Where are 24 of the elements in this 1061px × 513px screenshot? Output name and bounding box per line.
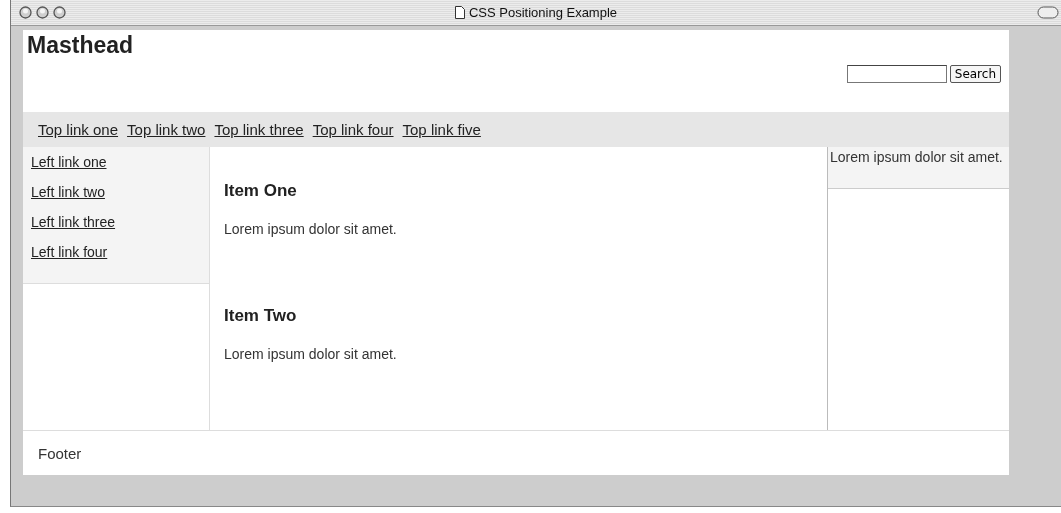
window-title: CSS Positioning Example bbox=[468, 5, 618, 20]
window-control-icon[interactable] bbox=[19, 6, 32, 19]
item-text: Lorem ipsum dolor sit amet. bbox=[224, 345, 398, 362]
item-text: Lorem ipsum dolor sit amet. bbox=[224, 221, 398, 237]
top-link[interactable]: Top link five bbox=[402, 121, 481, 138]
top-link[interactable]: Top link three bbox=[214, 121, 304, 138]
top-link[interactable]: Top link two bbox=[127, 121, 206, 138]
left-link[interactable]: Left link one bbox=[31, 154, 107, 170]
sidebar-text: Lorem ipsum dolor sit amet. bbox=[828, 147, 1009, 189]
window-control-icon[interactable] bbox=[36, 6, 49, 19]
top-link[interactable]: Top link four bbox=[312, 121, 394, 138]
left-link[interactable]: Left link three bbox=[31, 214, 116, 230]
masthead-title: Masthead bbox=[27, 32, 134, 59]
search-field[interactable] bbox=[846, 65, 947, 83]
top-link[interactable]: Top link one bbox=[38, 121, 119, 138]
item-heading: Item One bbox=[224, 181, 298, 201]
window-control-icon[interactable] bbox=[53, 6, 66, 19]
item-heading: Item Two bbox=[224, 305, 298, 326]
document-icon bbox=[454, 6, 465, 19]
left-link[interactable]: Left link four bbox=[31, 244, 108, 260]
footer-text: Footer bbox=[38, 444, 82, 462]
toolbar-toggle-icon[interactable] bbox=[1037, 6, 1059, 19]
search-button[interactable]: Search bbox=[949, 65, 1001, 83]
left-link[interactable]: Left link two bbox=[31, 184, 105, 200]
